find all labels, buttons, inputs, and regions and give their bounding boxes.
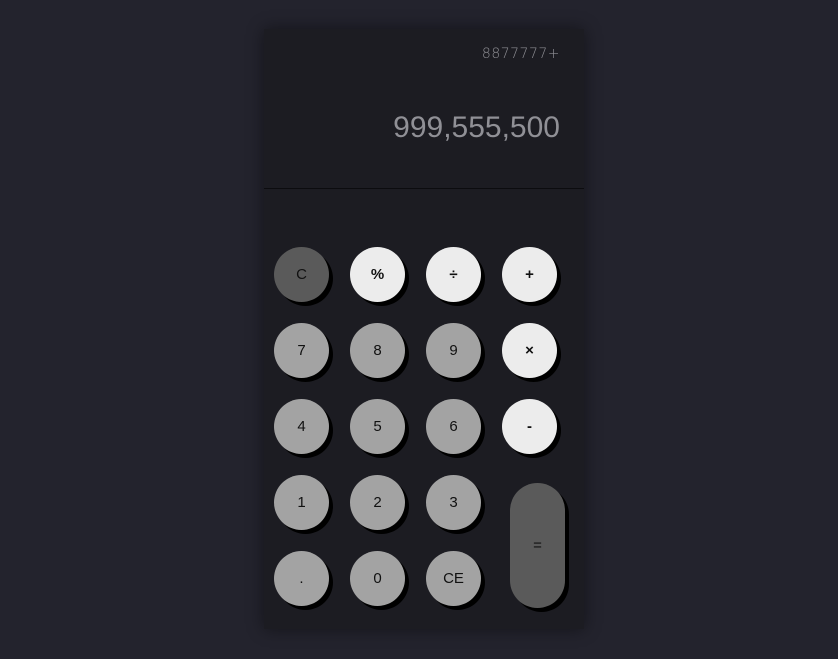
add-button[interactable]: + — [502, 247, 557, 302]
percent-button[interactable]: % — [350, 247, 405, 302]
decimal-button[interactable]: . — [274, 551, 329, 606]
multiply-button[interactable]: × — [502, 323, 557, 378]
result-display: 999,555,500 — [393, 111, 560, 144]
expression-history: 8877777+ — [481, 46, 560, 62]
digit-5-button[interactable]: 5 — [350, 399, 405, 454]
digit-3-button[interactable]: 3 — [426, 475, 481, 530]
digit-1-button[interactable]: 1 — [274, 475, 329, 530]
divide-button[interactable]: ÷ — [426, 247, 481, 302]
equals-button[interactable]: = — [510, 483, 565, 608]
digit-2-button[interactable]: 2 — [350, 475, 405, 530]
digit-4-button[interactable]: 4 — [274, 399, 329, 454]
digit-8-button[interactable]: 8 — [350, 323, 405, 378]
digit-7-button[interactable]: 7 — [274, 323, 329, 378]
digit-9-button[interactable]: 9 — [426, 323, 481, 378]
digit-6-button[interactable]: 6 — [426, 399, 481, 454]
display-panel: 8877777+ 999,555,500 — [264, 29, 584, 189]
digit-0-button[interactable]: 0 — [350, 551, 405, 606]
clear-button[interactable]: C — [274, 247, 329, 302]
calculator: 8877777+ 999,555,500 C % ÷ + 7 8 9 × 4 5… — [264, 29, 584, 629]
clear-entry-button[interactable]: CE — [426, 551, 481, 606]
subtract-button[interactable]: - — [502, 399, 557, 454]
